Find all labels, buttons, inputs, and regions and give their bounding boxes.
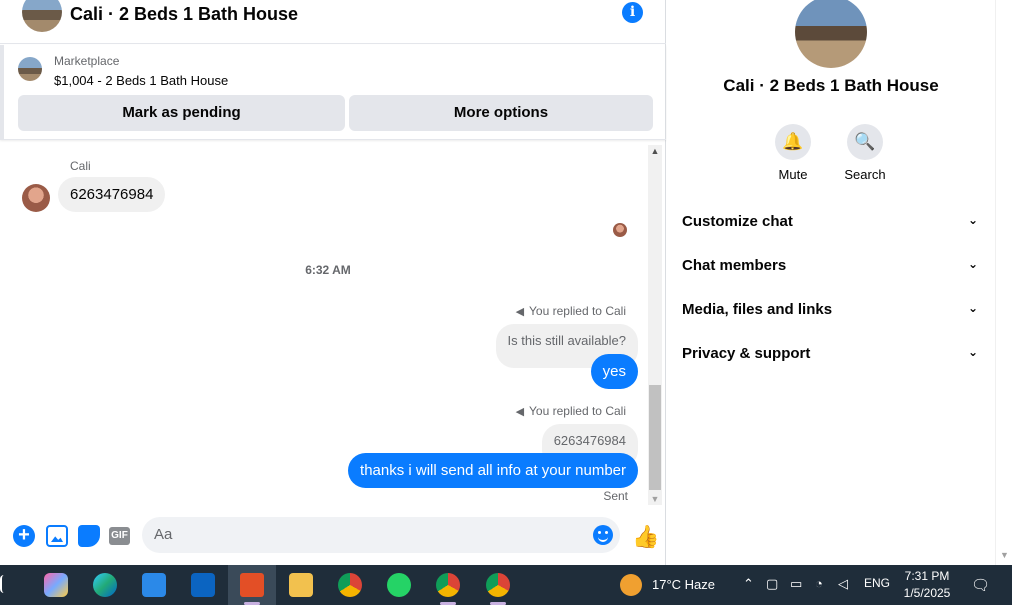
page-scrollbar[interactable]: ▼ <box>995 0 1012 565</box>
info-title: Cali · 2 Beds 1 Bath House <box>723 76 939 95</box>
battery-icon[interactable]: ▭ <box>790 576 802 592</box>
section-customize-chat[interactable]: Customize chat ⌄ <box>682 213 982 230</box>
more-options-button[interactable]: More options <box>349 95 653 131</box>
marketplace-banner: Marketplace $1,004 - 2 Beds 1 Bath House… <box>0 45 666 140</box>
app-icon[interactable] <box>240 573 264 597</box>
banner-edge <box>0 45 4 140</box>
scroll-down-arrow[interactable]: ▼ <box>648 493 662 505</box>
chat-title[interactable]: Cali · 2 Beds 1 Bath House <box>70 4 298 25</box>
language-indicator[interactable]: ENG <box>864 576 890 590</box>
store-icon[interactable] <box>142 573 166 597</box>
search-icon[interactable]: 🔍 <box>847 124 883 160</box>
incoming-message[interactable]: 6263476984 <box>58 177 166 212</box>
listing-thumbnail[interactable] <box>22 0 62 32</box>
notification-icon[interactable]: 🗨 <box>971 576 990 594</box>
whatsapp-icon[interactable] <box>387 573 411 597</box>
clock-time: 7:31 PM <box>904 569 950 583</box>
section-privacy-support[interactable]: Privacy & support ⌄ <box>682 345 982 362</box>
mute-button[interactable]: 🔔 Mute <box>763 124 823 182</box>
page-scroll-down-arrow[interactable]: ▼ <box>1000 550 1009 560</box>
reply-arrow-icon: ◀ <box>515 306 525 318</box>
section-label: Customize chat <box>682 213 793 230</box>
composer-bar: + GIF Aa 👍 <box>0 511 666 565</box>
chevron-down-icon: ⌄ <box>968 213 979 227</box>
emoji-icon[interactable] <box>593 525 613 545</box>
scroll-thumb[interactable] <box>649 385 661 490</box>
outgoing-message[interactable]: yes <box>590 354 638 389</box>
photo-icon[interactable] <box>46 525 68 547</box>
reply-label-text: You replied to Cali <box>529 304 626 318</box>
chat-info-panel: Cali · 2 Beds 1 Bath House 🔔 Mute 🔍 Sear… <box>667 0 995 565</box>
copilot-icon[interactable] <box>44 573 68 597</box>
edge-icon[interactable] <box>93 573 117 597</box>
sent-status: Sent <box>603 489 628 503</box>
section-label: Chat members <box>682 257 787 274</box>
chevron-down-icon: ⌄ <box>968 345 979 359</box>
chevron-down-icon: ⌄ <box>968 257 979 271</box>
reply-label-text: You replied to Cali <box>529 404 626 418</box>
chrome-icon[interactable] <box>338 573 362 597</box>
scroll-up-arrow[interactable]: ▲ <box>648 145 662 157</box>
camera-icon[interactable]: ▢ <box>766 576 778 592</box>
sender-name: Cali <box>70 159 91 173</box>
volume-icon[interactable]: ◁ <box>838 576 848 592</box>
plus-icon[interactable]: + <box>13 525 35 547</box>
messenger-window: Cali · 2 Beds 1 Bath House i Marketplace… <box>0 0 1012 605</box>
chrome-profile-icon[interactable] <box>436 573 460 597</box>
section-label: Media, files and links <box>682 301 833 318</box>
chat-pane: Cali · 2 Beds 1 Bath House i Marketplace… <box>0 0 666 565</box>
section-chat-members[interactable]: Chat members ⌄ <box>682 257 982 274</box>
chevron-up-icon[interactable]: ⌃ <box>743 576 754 592</box>
chrome-profile-icon[interactable] <box>486 573 510 597</box>
search-label: Search <box>844 167 886 182</box>
message-thread: Cali 6263476984 6:32 AM ◀ You replied to … <box>8 141 648 511</box>
outgoing-message[interactable]: thanks i will send all info at your numb… <box>348 453 638 488</box>
read-receipt-avatar <box>613 223 627 237</box>
chevron-down-icon: ⌄ <box>968 301 979 315</box>
message-placeholder: Aa <box>154 526 173 543</box>
weather-icon[interactable] <box>620 574 642 596</box>
message-input[interactable]: Aa <box>142 517 620 553</box>
marketplace-label: Marketplace <box>54 54 120 68</box>
listing-price-title[interactable]: $1,004 - 2 Beds 1 Bath House <box>54 73 228 88</box>
section-media-files-links[interactable]: Media, files and links ⌄ <box>682 301 982 318</box>
message-timestamp: 6:32 AM <box>305 263 351 277</box>
listing-avatar[interactable] <box>18 57 42 81</box>
reply-arrow-icon: ◀ <box>515 406 525 418</box>
file-explorer-icon[interactable] <box>289 573 313 597</box>
windows-taskbar: 17°C Haze ⌃ ▢ ▭ ◔ ◁ ENG 7:31 PM 1/5/2025… <box>0 565 1012 605</box>
mark-as-pending-button[interactable]: Mark as pending <box>18 95 345 131</box>
sticker-icon[interactable] <box>78 525 100 547</box>
reply-label: ◀ You replied to Cali <box>516 304 626 318</box>
reply-label: ◀ You replied to Cali <box>516 404 626 418</box>
bell-icon[interactable]: 🔔 <box>775 124 811 160</box>
sender-avatar[interactable] <box>22 184 50 212</box>
thread-scrollbar[interactable]: ▲ ▼ <box>648 145 662 505</box>
search-button[interactable]: 🔍 Search <box>835 124 895 182</box>
clock[interactable]: 7:31 PM 1/5/2025 <box>895 568 959 602</box>
outlook-icon[interactable] <box>191 573 215 597</box>
weather-text[interactable]: 17°C Haze <box>652 577 715 592</box>
info-icon[interactable]: i <box>622 2 643 23</box>
mute-label: Mute <box>778 167 808 182</box>
wifi-icon[interactable]: ◔ <box>815 576 823 591</box>
clock-date: 1/5/2025 <box>903 586 951 600</box>
gif-icon[interactable]: GIF <box>109 527 130 545</box>
widgets-icon[interactable] <box>0 575 12 593</box>
listing-photo[interactable] <box>795 0 867 68</box>
section-label: Privacy & support <box>682 345 811 362</box>
chat-header: Cali · 2 Beds 1 Bath House i <box>0 0 666 44</box>
like-icon[interactable]: 👍 <box>632 524 659 550</box>
